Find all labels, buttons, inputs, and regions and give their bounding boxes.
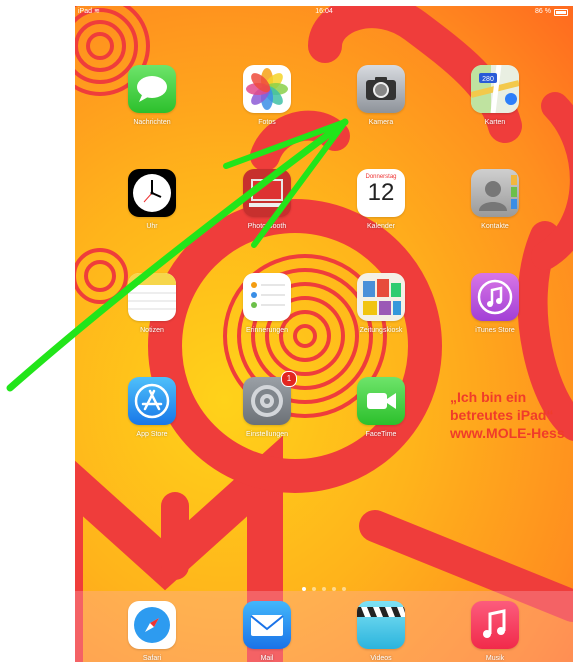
annotation-arrow xyxy=(6,118,349,392)
